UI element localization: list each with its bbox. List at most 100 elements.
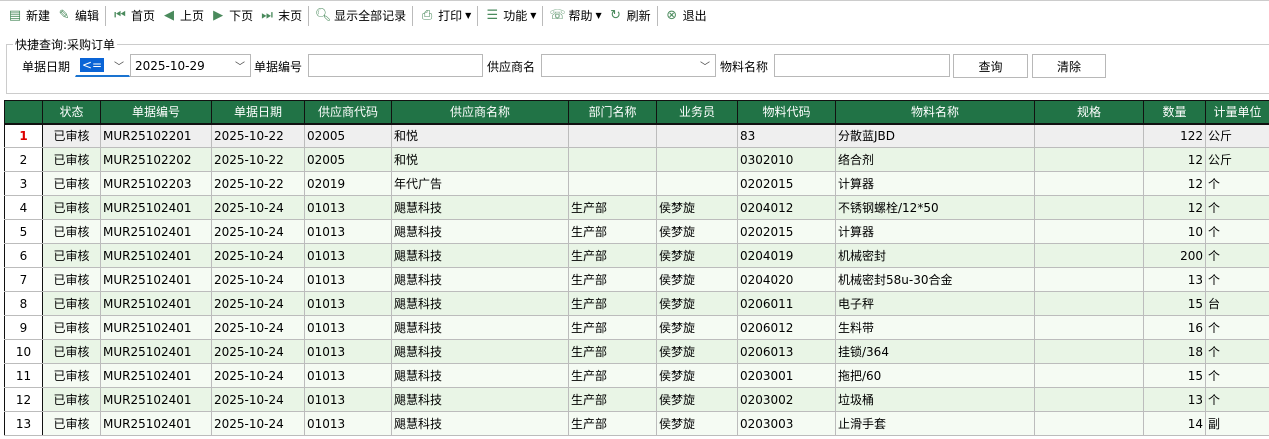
table-cell[interactable]: 副 bbox=[1205, 411, 1269, 436]
table-cell[interactable]: 侯梦旋 bbox=[656, 195, 738, 220]
table-cell[interactable] bbox=[1034, 267, 1144, 292]
table-row[interactable]: 8 已审核 MUR25102401 2025-10-24 01013 飓慧科技 生产部 侯梦旋… bbox=[4, 291, 1269, 316]
table-cell[interactable]: 生产部 bbox=[568, 195, 657, 220]
column-header[interactable]: 计量单位 bbox=[1205, 100, 1269, 125]
table-cell[interactable] bbox=[1034, 315, 1144, 340]
table-cell[interactable]: 生产部 bbox=[568, 315, 657, 340]
table-cell[interactable]: 台 bbox=[1205, 291, 1269, 316]
table-cell[interactable]: 侯梦旋 bbox=[656, 315, 738, 340]
table-cell[interactable]: 01013 bbox=[304, 219, 392, 244]
row-number[interactable]: 1 bbox=[4, 123, 43, 148]
table-cell[interactable]: 生产部 bbox=[568, 267, 657, 292]
toolbar-button-next-page[interactable]: ▶ 下页 bbox=[207, 5, 256, 27]
table-cell[interactable]: 生产部 bbox=[568, 339, 657, 364]
table-cell[interactable]: 0204019 bbox=[737, 243, 836, 268]
table-cell[interactable]: 12 bbox=[1143, 147, 1206, 172]
table-cell[interactable]: MUR25102401 bbox=[100, 411, 212, 436]
table-cell[interactable]: 个 bbox=[1205, 195, 1269, 220]
table-cell[interactable]: 12 bbox=[1143, 171, 1206, 196]
column-header[interactable]: 数量 bbox=[1143, 100, 1206, 125]
table-cell[interactable]: 2025-10-24 bbox=[211, 195, 305, 220]
table-cell[interactable]: 和悦 bbox=[391, 123, 569, 148]
row-number[interactable]: 12 bbox=[4, 387, 43, 412]
table-cell[interactable]: 生产部 bbox=[568, 411, 657, 436]
table-cell[interactable]: 电子秤 bbox=[835, 291, 1035, 316]
table-cell[interactable]: MUR25102401 bbox=[100, 363, 212, 388]
toolbar-button-refresh[interactable]: ↻ 刷新 bbox=[605, 5, 654, 27]
table-cell[interactable] bbox=[656, 147, 738, 172]
table-cell[interactable] bbox=[1034, 147, 1144, 172]
toolbar-button-list[interactable]: ☰ 功能 ▼ bbox=[481, 5, 539, 27]
row-number[interactable]: 2 bbox=[4, 147, 43, 172]
table-cell[interactable]: 计算器 bbox=[835, 219, 1035, 244]
column-header[interactable]: 供应商代码 bbox=[304, 100, 392, 125]
clear-button[interactable]: 清除 bbox=[1032, 54, 1106, 78]
table-cell[interactable]: 飓慧科技 bbox=[391, 363, 569, 388]
toolbar-button-document[interactable]: ▤ 新建 bbox=[4, 5, 53, 27]
row-number[interactable]: 8 bbox=[4, 291, 43, 316]
table-cell[interactable]: 个 bbox=[1205, 339, 1269, 364]
column-header[interactable]: 部门名称 bbox=[568, 100, 657, 125]
toolbar-button-help[interactable]: ☏ 帮助 ▼ bbox=[546, 5, 604, 27]
table-cell[interactable] bbox=[1034, 339, 1144, 364]
table-cell[interactable]: 已审核 bbox=[42, 195, 101, 220]
table-cell[interactable]: 83 bbox=[737, 123, 836, 148]
column-header[interactable]: 单据日期 bbox=[211, 100, 305, 125]
table-cell[interactable]: MUR25102203 bbox=[100, 171, 212, 196]
table-cell[interactable]: 生产部 bbox=[568, 363, 657, 388]
table-cell[interactable]: 已审核 bbox=[42, 315, 101, 340]
table-cell[interactable]: 挂锁/364 bbox=[835, 339, 1035, 364]
table-cell[interactable]: MUR25102401 bbox=[100, 195, 212, 220]
table-cell[interactable]: 飓慧科技 bbox=[391, 411, 569, 436]
table-cell[interactable]: 已审核 bbox=[42, 219, 101, 244]
table-cell[interactable]: 分散蓝JBD bbox=[835, 123, 1035, 148]
table-cell[interactable]: MUR25102202 bbox=[100, 147, 212, 172]
table-row[interactable]: 9 已审核 MUR25102401 2025-10-24 01013 飓慧科技 生产部 侯梦旋… bbox=[4, 315, 1269, 340]
table-cell[interactable] bbox=[568, 171, 657, 196]
table-cell[interactable]: 飓慧科技 bbox=[391, 219, 569, 244]
table-row[interactable]: 11 已审核 MUR25102401 2025-10-24 01013 飓慧科技 生产部 侯梦… bbox=[4, 363, 1269, 388]
table-cell[interactable]: 已审核 bbox=[42, 387, 101, 412]
table-cell[interactable] bbox=[1034, 123, 1144, 148]
table-cell[interactable]: 侯梦旋 bbox=[656, 387, 738, 412]
table-cell[interactable]: 拖把/60 bbox=[835, 363, 1035, 388]
table-cell[interactable]: 侯梦旋 bbox=[656, 219, 738, 244]
table-cell[interactable] bbox=[1034, 291, 1144, 316]
table-cell[interactable] bbox=[1034, 219, 1144, 244]
table-cell[interactable]: 年代广告 bbox=[391, 171, 569, 196]
table-cell[interactable]: 络合剂 bbox=[835, 147, 1035, 172]
table-cell[interactable]: 01013 bbox=[304, 267, 392, 292]
row-number[interactable]: 9 bbox=[4, 315, 43, 340]
table-cell[interactable] bbox=[1034, 195, 1144, 220]
material-input[interactable] bbox=[774, 54, 950, 77]
table-cell[interactable]: 已审核 bbox=[42, 243, 101, 268]
table-cell[interactable]: 0204012 bbox=[737, 195, 836, 220]
row-number[interactable]: 3 bbox=[4, 171, 43, 196]
table-cell[interactable]: 已审核 bbox=[42, 363, 101, 388]
table-cell[interactable]: 2025-10-24 bbox=[211, 243, 305, 268]
table-cell[interactable] bbox=[1034, 387, 1144, 412]
toolbar-button-prev-page[interactable]: ◀ 上页 bbox=[158, 5, 207, 27]
table-cell[interactable]: 飓慧科技 bbox=[391, 291, 569, 316]
table-cell[interactable]: 公斤 bbox=[1205, 147, 1269, 172]
table-cell[interactable]: 机械密封58u-30合金 bbox=[835, 267, 1035, 292]
table-cell[interactable]: 飓慧科技 bbox=[391, 339, 569, 364]
table-cell[interactable]: 0203002 bbox=[737, 387, 836, 412]
table-cell[interactable]: 01013 bbox=[304, 195, 392, 220]
table-cell[interactable]: 0202015 bbox=[737, 219, 836, 244]
table-cell[interactable]: 10 bbox=[1143, 219, 1206, 244]
table-cell[interactable]: MUR25102201 bbox=[100, 123, 212, 148]
table-row[interactable]: 4 已审核 MUR25102401 2025-10-24 01013 飓慧科技 生产部 侯梦旋… bbox=[4, 195, 1269, 220]
table-cell[interactable]: 公斤 bbox=[1205, 123, 1269, 148]
row-number[interactable]: 5 bbox=[4, 219, 43, 244]
column-header[interactable]: 状态 bbox=[42, 100, 101, 125]
table-cell[interactable]: 侯梦旋 bbox=[656, 411, 738, 436]
table-cell[interactable]: 14 bbox=[1143, 411, 1206, 436]
table-row[interactable]: 7 已审核 MUR25102401 2025-10-24 01013 飓慧科技 生产部 侯梦旋… bbox=[4, 267, 1269, 292]
table-cell[interactable]: 侯梦旋 bbox=[656, 339, 738, 364]
table-cell[interactable]: 2025-10-24 bbox=[211, 339, 305, 364]
column-header[interactable]: 业务员 bbox=[656, 100, 738, 125]
toolbar-button-edit[interactable]: ✎ 编辑 bbox=[53, 5, 102, 27]
toolbar-button-first-page[interactable]: ⏮ 首页 bbox=[109, 5, 158, 27]
table-cell[interactable] bbox=[656, 171, 738, 196]
